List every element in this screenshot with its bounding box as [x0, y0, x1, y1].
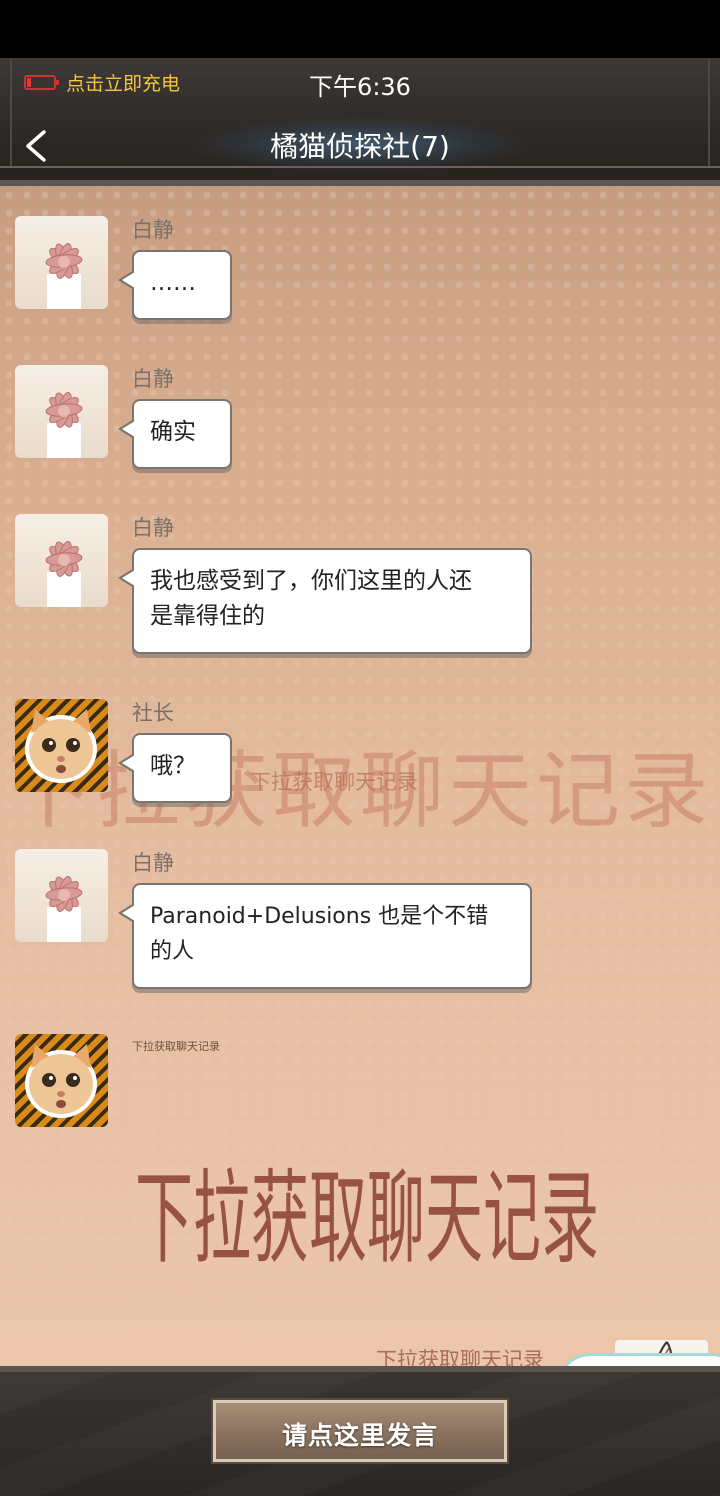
speak-button[interactable]: 请点这里发言: [213, 1400, 507, 1462]
chat-header: 点击立即充电 下午6:36 橘猫侦探社(7): [0, 58, 720, 186]
cat-avatar-icon: [25, 1044, 97, 1118]
succulent-avatar-icon: [45, 541, 83, 607]
succulent-avatar-icon: [45, 876, 83, 942]
message-bubble[interactable]: 哦？: [118, 733, 232, 803]
avatar-shezhang[interactable]: [15, 1034, 108, 1127]
message-text: 确实: [150, 419, 196, 445]
succulent-avatar-icon: [45, 243, 83, 309]
avatar-baijing[interactable]: [15, 216, 108, 309]
avatar-baijing[interactable]: [15, 849, 108, 942]
message-bubble[interactable]: Paranoid+Delusions 也是个不错 的人: [118, 883, 532, 989]
sender-name: 白静: [132, 516, 174, 540]
chat-title: 橘猫侦探社(7): [270, 130, 450, 163]
message-text-line: 是靠得住的: [150, 603, 265, 629]
status-time: 下午6:36: [309, 73, 411, 101]
message-bubble[interactable]: 确实: [118, 399, 232, 469]
sender-name: 社长: [132, 701, 174, 725]
speak-label: 请点这里发言: [281, 1421, 438, 1450]
message-text: 哦？: [150, 753, 196, 779]
message-text-line: 的人: [150, 939, 195, 964]
message-text-line: Paranoid+Delusions 也是个不错: [150, 904, 489, 929]
avatar-shezhang[interactable]: [15, 699, 108, 792]
avatar-baijing[interactable]: [15, 514, 108, 607]
continue-button[interactable]: 继续: [556, 1353, 720, 1366]
sender-name: 白静: [132, 367, 174, 391]
input-footer: 请点这里发言: [0, 1366, 720, 1496]
cat-avatar-icon: [25, 709, 97, 783]
status-bar-black: [0, 0, 720, 58]
message-text: ……: [150, 270, 196, 296]
message-text-line: 我也感受到了，你们这里的人还: [150, 568, 472, 594]
watermark-sender-name: 下拉获取聊天记录: [132, 1040, 220, 1053]
sender-name: 白静: [132, 851, 174, 875]
message-bubble[interactable]: 我也感受到了，你们这里的人还 是靠得住的: [118, 548, 532, 654]
watermark-tall: 下拉获取聊天记录: [135, 1158, 600, 1278]
avatar-baijing[interactable]: [15, 365, 108, 458]
chat-area[interactable]: 下拉获取聊天记录 下拉获取聊天记录 白静 …… 白静 确实 白静 我也感受到了，…: [0, 186, 720, 1366]
watermark-medium: 下拉获取聊天记录: [250, 770, 418, 794]
message-bubble[interactable]: ……: [118, 250, 232, 320]
watermark-bottom: 下拉获取聊天记录: [376, 1348, 544, 1366]
sender-name: 白静: [132, 218, 174, 242]
succulent-avatar-icon: [45, 392, 83, 458]
